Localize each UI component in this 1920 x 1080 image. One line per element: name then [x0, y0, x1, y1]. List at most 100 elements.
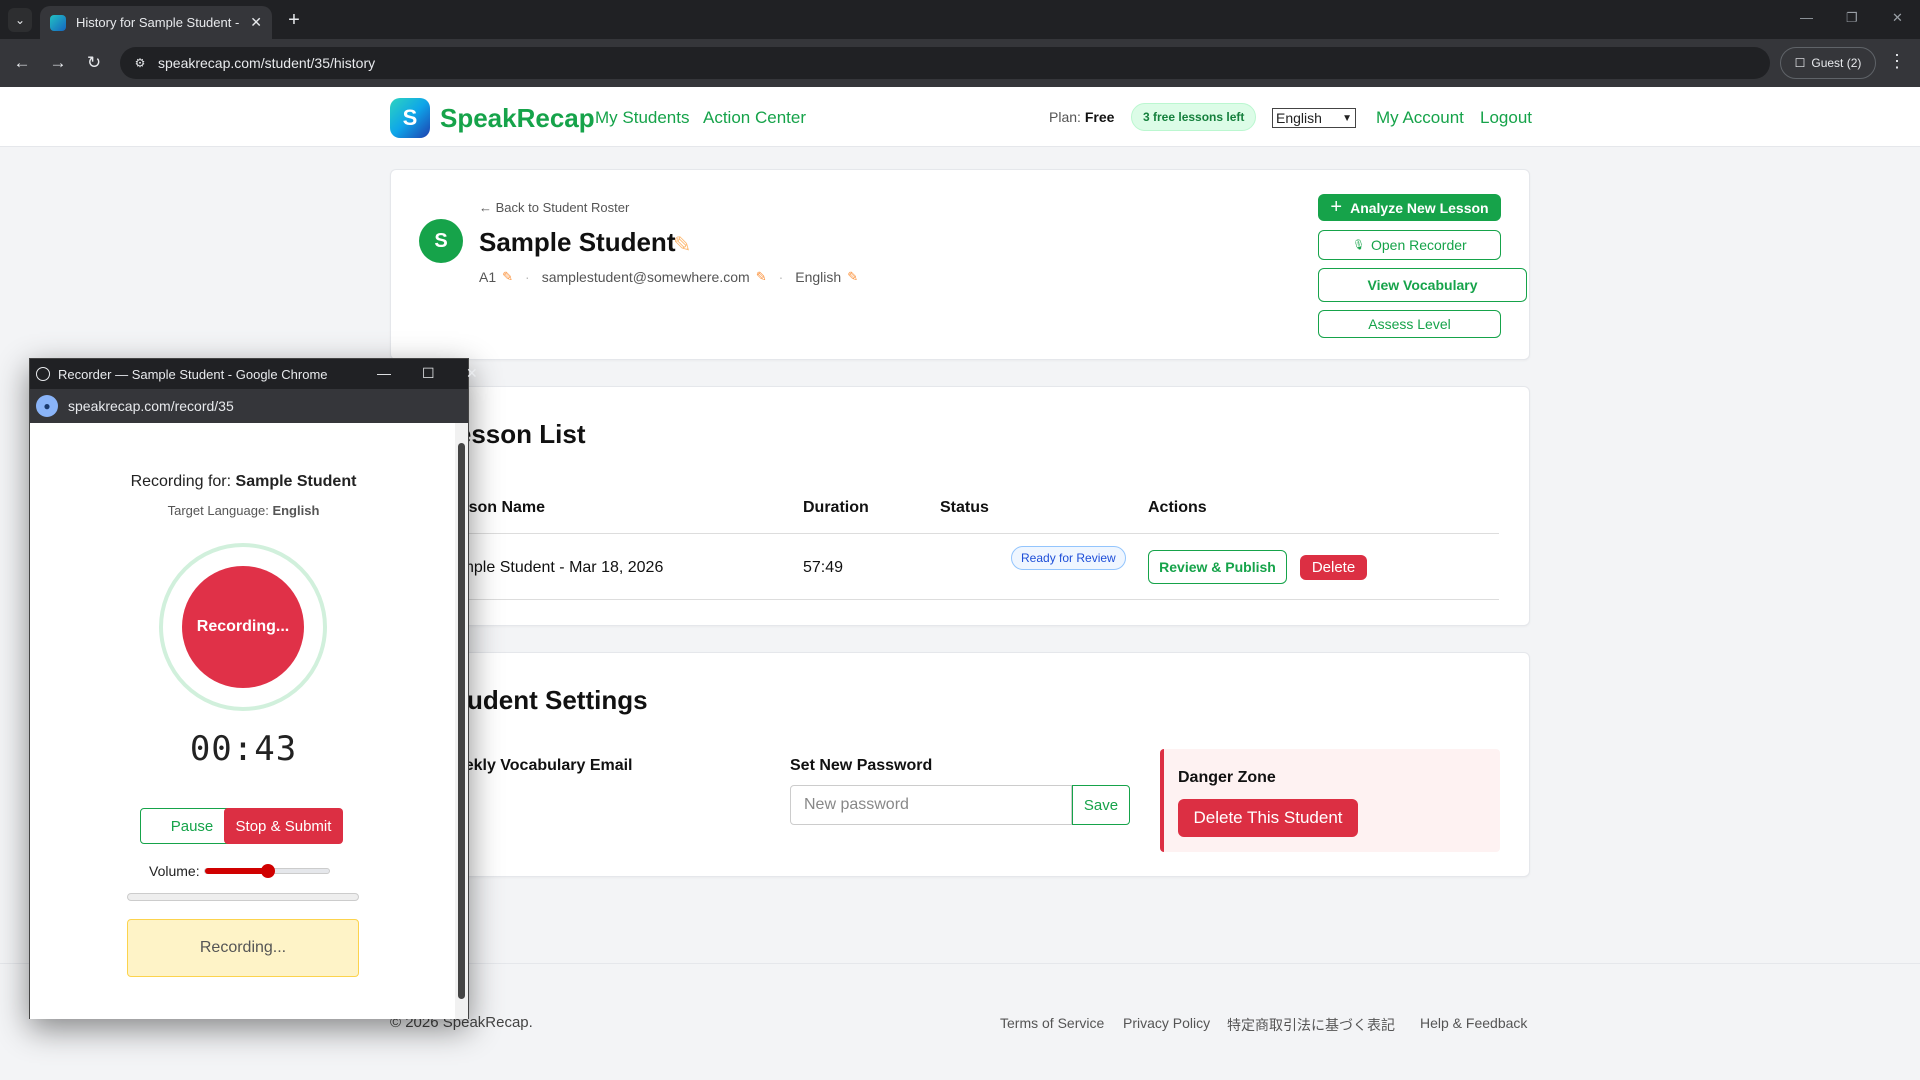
help-feedback-link[interactable]: Help & Feedback	[1420, 1015, 1527, 1031]
reload-icon[interactable]: ↻	[82, 51, 106, 75]
view-vocabulary-button[interactable]: View Vocabulary	[1318, 268, 1527, 302]
my-account-link[interactable]: My Account	[1376, 108, 1464, 128]
logo-icon[interactable]: S	[390, 98, 430, 138]
forward-icon[interactable]: →	[46, 51, 70, 75]
target-language: Target Language: English	[30, 503, 457, 518]
recorder-window-title: Recorder — Sample Student - Google Chrom…	[58, 366, 328, 382]
volume-slider[interactable]	[204, 864, 330, 878]
separator: ·	[778, 269, 784, 285]
back-to-roster-link[interactable]: ← Back to Student Roster	[479, 200, 629, 215]
browser-tab[interactable]: History for Sample Student - Sp ✕	[40, 6, 272, 39]
minimize-icon[interactable]: —	[1800, 10, 1813, 25]
stop-submit-button[interactable]: Stop & Submit	[224, 808, 343, 844]
microphone-icon: 🎙	[1352, 239, 1365, 251]
student-email: samplestudent@somewhere.com	[541, 269, 750, 285]
browser-tabbar: ⌄ History for Sample Student - Sp ✕ + — …	[0, 0, 1920, 39]
lesson-duration: 57:49	[803, 559, 844, 576]
site-header: S SpeakRecap My Students Action Center P…	[0, 87, 1920, 147]
privacy-link[interactable]: Privacy Policy	[1123, 1015, 1210, 1031]
status-badge: Ready for Review	[1011, 546, 1126, 570]
recorder-address-bar[interactable]: ● speakrecap.com/record/35	[30, 389, 468, 423]
close-icon[interactable]: ✕	[466, 365, 478, 382]
minimize-icon[interactable]: —	[377, 365, 391, 381]
col-status: Status	[940, 499, 989, 516]
back-icon[interactable]: ←	[10, 51, 34, 75]
scrollbar-thumb[interactable]	[458, 443, 465, 999]
target-language-label: Target Language:	[167, 503, 269, 518]
edit-name-icon[interactable]: ✎	[673, 232, 691, 258]
site-favicon-icon	[50, 14, 66, 31]
address-bar[interactable]: ⚙ speakrecap.com/student/35/history	[120, 47, 1770, 79]
profile-label: Guest (2)	[1811, 56, 1862, 70]
volume-fill	[205, 868, 268, 874]
language-select[interactable]: English ▼	[1272, 108, 1356, 128]
menu-icon[interactable]: ⋮	[1888, 51, 1906, 72]
commerce-law-link[interactable]: 特定商取引法に基づく表記	[1227, 1015, 1395, 1035]
lesson-name[interactable]: Sample Student - Mar 18, 2026	[441, 559, 663, 577]
nav-my-students[interactable]: My Students	[595, 108, 690, 128]
new-tab-icon[interactable]: +	[282, 8, 306, 32]
student-profile-card: S ← Back to Student Roster Sample Studen…	[390, 169, 1530, 360]
site-info-icon[interactable]: ⚙	[132, 55, 148, 71]
recorder-label: Open Recorder	[1370, 237, 1467, 253]
close-tab-icon[interactable]: ✕	[250, 14, 262, 31]
save-password-button[interactable]: Save	[1072, 785, 1130, 825]
danger-zone: Danger Zone Delete This Student	[1160, 749, 1500, 852]
table-divider	[441, 533, 1499, 534]
review-publish-button[interactable]: Review & Publish	[1148, 550, 1287, 584]
recording-timer: 00:43	[189, 729, 298, 769]
edit-email-icon[interactable]: ✎	[756, 269, 767, 285]
volume-thumb[interactable]	[261, 864, 275, 878]
edit-language-icon[interactable]: ✎	[847, 269, 858, 285]
close-window-icon[interactable]: ✕	[1892, 10, 1903, 26]
chevron-down-icon: ▼	[1342, 112, 1352, 124]
delete-student-button[interactable]: Delete This Student	[1178, 799, 1358, 837]
volume-label: Volume:	[149, 863, 200, 879]
recorder-url: speakrecap.com/record/35	[68, 398, 234, 414]
avatar: S	[419, 219, 463, 263]
col-actions: Actions	[1148, 499, 1207, 516]
language-value: English	[1276, 110, 1322, 126]
analyze-label: Analyze New Lesson	[1350, 199, 1489, 216]
student-name: Sample Student	[479, 227, 676, 257]
tab-search-icon[interactable]: ⌄	[8, 8, 32, 32]
danger-zone-title: Danger Zone	[1178, 769, 1276, 786]
recording-for-label: Recording for:	[130, 473, 232, 490]
analyze-new-lesson-button[interactable]: + Analyze New Lesson	[1318, 194, 1501, 221]
logo-text[interactable]: SpeakRecap	[440, 103, 595, 134]
microphone-icon[interactable]: ●	[36, 395, 58, 417]
plan-info: Plan: Free	[1049, 109, 1114, 125]
restore-icon[interactable]: ❐	[1846, 10, 1858, 26]
new-password-input[interactable]: New password	[790, 785, 1072, 825]
maximize-icon[interactable]: ☐	[422, 365, 435, 382]
record-button[interactable]: Recording...	[182, 566, 304, 688]
nav-action-center[interactable]: Action Center	[703, 108, 806, 128]
recorder-scrollbar[interactable]	[455, 423, 468, 1019]
terms-link[interactable]: Terms of Service	[1000, 1015, 1104, 1031]
password-label: Set New Password	[790, 757, 933, 774]
tab-title: History for Sample Student - Sp	[76, 15, 243, 30]
plan-value: Free	[1084, 109, 1115, 125]
edit-level-icon[interactable]: ✎	[502, 269, 513, 285]
profile-button[interactable]: ☐ Guest (2)	[1780, 47, 1876, 79]
lesson-list-card: Lesson List Lesson Name Duration Status …	[390, 386, 1530, 626]
student-language: English	[795, 269, 842, 285]
delete-lesson-button[interactable]: Delete	[1300, 555, 1367, 580]
plus-icon: +	[1330, 196, 1343, 218]
recorder-body: Recording for: Sample Student Target Lan…	[30, 423, 457, 1019]
table-divider	[441, 599, 1499, 600]
student-meta: A1 ✎ · samplestudent@somewhere.com ✎ · E…	[479, 269, 858, 285]
browser-toolbar: ← → ↻ ⚙ speakrecap.com/student/35/histor…	[0, 39, 1920, 87]
student-settings-card: Student Settings Weekly Vocabulary Email…	[390, 652, 1530, 877]
logout-link[interactable]: Logout	[1480, 108, 1532, 128]
profile-icon: ☐	[1794, 56, 1806, 70]
col-duration: Duration	[803, 499, 869, 516]
separator: ·	[525, 269, 530, 285]
assess-level-button[interactable]: Assess Level	[1318, 310, 1501, 338]
student-level: A1	[479, 269, 497, 285]
recorder-window: Recorder — Sample Student - Google Chrom…	[29, 358, 478, 1019]
open-recorder-button[interactable]: 🎙 Open Recorder	[1318, 230, 1501, 260]
recording-status: Recording...	[127, 919, 359, 977]
settings-title: Student Settings	[441, 685, 648, 715]
recorder-titlebar[interactable]: Recorder — Sample Student - Google Chrom…	[30, 359, 468, 389]
